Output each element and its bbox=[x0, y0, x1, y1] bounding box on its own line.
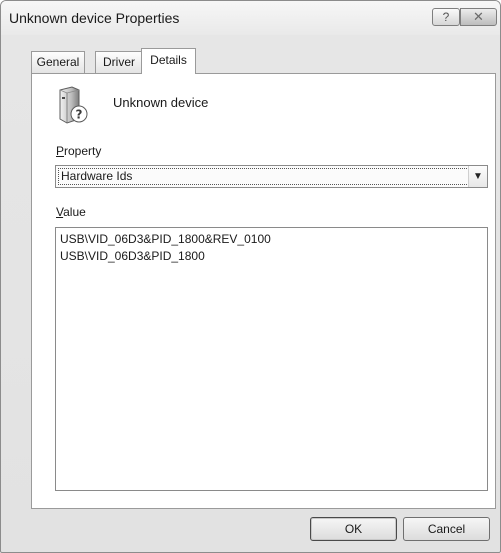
unknown-device-icon: ? bbox=[57, 86, 91, 124]
tab-driver[interactable]: Driver bbox=[95, 51, 143, 73]
cancel-button[interactable]: Cancel bbox=[403, 517, 490, 541]
property-label-text: roperty bbox=[64, 144, 102, 158]
details-panel: ? Unknown device Property Hardware Ids ▼… bbox=[31, 73, 496, 509]
svg-text:?: ? bbox=[76, 108, 83, 122]
close-icon: ✕ bbox=[473, 9, 484, 24]
list-item[interactable]: USB\VID_06D3&PID_1800 bbox=[60, 249, 205, 263]
help-icon: ? bbox=[442, 10, 450, 24]
property-label-mnemonic: P bbox=[56, 144, 65, 158]
window-title: Unknown device Properties bbox=[9, 10, 180, 26]
list-item[interactable]: USB\VID_06D3&PID_1800&REV_0100 bbox=[60, 232, 271, 246]
help-button[interactable]: ? bbox=[432, 8, 460, 26]
property-dropdown-value: Hardware Ids bbox=[58, 168, 469, 185]
chevron-down-icon[interactable]: ▼ bbox=[468, 166, 487, 187]
title-bar[interactable]: Unknown device Properties ? ✕ bbox=[1, 1, 500, 35]
value-list[interactable]: USB\VID_06D3&PID_1800&REV_0100 USB\VID_0… bbox=[55, 227, 488, 491]
tab-details[interactable]: Details bbox=[141, 48, 196, 74]
tab-general[interactable]: General bbox=[31, 51, 85, 73]
properties-dialog: Unknown device Properties ? ✕ General Dr… bbox=[0, 0, 501, 553]
close-button[interactable]: ✕ bbox=[460, 8, 497, 26]
property-label: Property bbox=[56, 144, 101, 158]
ok-button[interactable]: OK bbox=[310, 517, 397, 541]
dialog-client-area: General Driver Details ? Unknown device … bbox=[9, 35, 496, 547]
value-label-text: alue bbox=[63, 205, 86, 219]
property-dropdown[interactable]: Hardware Ids ▼ bbox=[55, 165, 488, 188]
device-name: Unknown device bbox=[113, 95, 209, 110]
value-label: Value bbox=[56, 205, 86, 219]
